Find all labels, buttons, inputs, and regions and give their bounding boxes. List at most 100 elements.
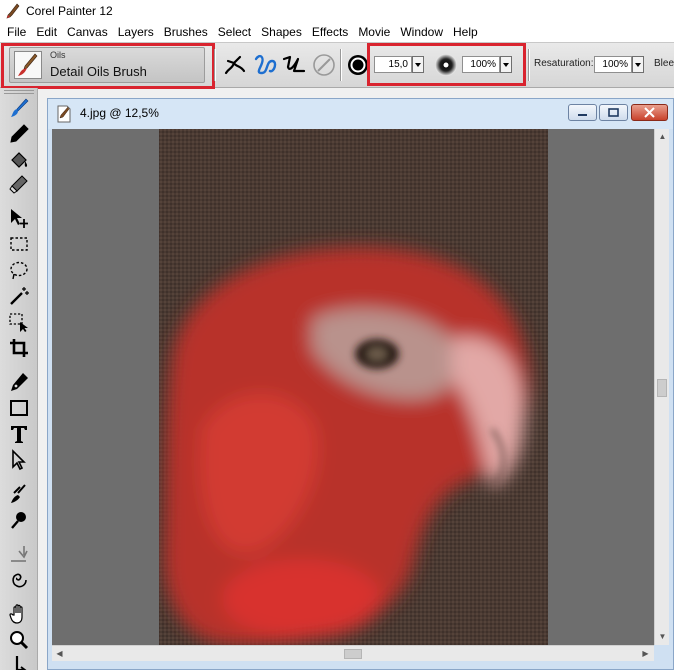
- layer-adjuster-icon: [11, 209, 28, 228]
- magic-wand-icon: [10, 287, 29, 305]
- eyedropper-icon: [10, 124, 29, 143]
- tool-mirror[interactable]: [6, 568, 32, 592]
- scroll-left-arrow[interactable]: ◀: [52, 646, 67, 661]
- tool-dropper[interactable]: [6, 122, 32, 146]
- brush-variant-name: Detail Oils Brush: [50, 64, 147, 79]
- rectangle-shape-icon: [10, 400, 28, 416]
- reset-brush-icon[interactable]: [310, 51, 338, 79]
- bleed-label: Blee: [654, 58, 674, 69]
- menu-window[interactable]: Window: [395, 22, 448, 42]
- brush-ghost-icon[interactable]: [222, 51, 250, 79]
- tool-crop[interactable]: [6, 336, 32, 360]
- resaturation-label: Resaturation:: [534, 58, 594, 69]
- resaturation-dropdown-button[interactable]: [632, 56, 644, 73]
- painting-canvas: [159, 129, 548, 645]
- vertical-scrollbar[interactable]: ▲ ▼: [654, 129, 669, 645]
- paint-bucket-icon: [11, 152, 28, 168]
- title-bar: Corel Painter 12: [0, 0, 674, 22]
- freehand-stroke-icon[interactable]: [252, 51, 280, 79]
- divider: [528, 49, 530, 81]
- hand-grabber-icon: [9, 604, 23, 624]
- brush-selector[interactable]: Oils Detail Oils Brush: [9, 47, 205, 83]
- canvas-viewport[interactable]: [52, 129, 654, 645]
- vertical-scroll-thumb[interactable]: [657, 379, 667, 397]
- menu-effects[interactable]: Effects: [307, 22, 353, 42]
- document-title-bar[interactable]: 4.jpg @ 12,5%: [48, 99, 673, 129]
- brush-category-label: Oils: [50, 50, 66, 60]
- lasso-icon: [10, 261, 28, 280]
- scroll-down-arrow[interactable]: ▼: [655, 629, 670, 644]
- rubber-stamp-icon: [11, 512, 26, 529]
- paint-brush-icon: [11, 98, 29, 117]
- menu-bar: File Edit Canvas Layers Brushes Select S…: [0, 22, 674, 42]
- document-icon: [57, 105, 71, 123]
- divider: [340, 49, 342, 81]
- resaturation-field[interactable]: 100%: [594, 56, 632, 73]
- tool-rect-select[interactable]: [6, 232, 32, 256]
- crop-icon: [10, 339, 28, 357]
- close-icon: [644, 107, 655, 118]
- text-tool-icon: [11, 426, 27, 443]
- close-button[interactable]: [631, 104, 668, 121]
- opacity-dropdown-button[interactable]: [500, 56, 512, 73]
- menu-edit[interactable]: Edit: [31, 22, 62, 42]
- menu-file[interactable]: File: [2, 22, 31, 42]
- menu-brushes[interactable]: Brushes: [159, 22, 213, 42]
- opacity-dab-icon: [435, 54, 457, 76]
- document-title: 4.jpg @ 12,5%: [80, 106, 159, 120]
- menu-shapes[interactable]: Shapes: [256, 22, 307, 42]
- tool-paint-bucket[interactable]: [6, 148, 32, 172]
- tool-rectangle-shape[interactable]: [6, 396, 32, 420]
- tool-magic-wand[interactable]: [6, 284, 32, 308]
- horizontal-scroll-thumb[interactable]: [344, 649, 362, 659]
- document-window: 4.jpg @ 12,5% ▲ ▼ ◀ ▶: [47, 98, 674, 670]
- pen-icon: [11, 373, 28, 391]
- scroll-right-arrow[interactable]: ▶: [638, 646, 653, 661]
- tool-rotate-page[interactable]: [6, 652, 32, 670]
- tool-brush[interactable]: [6, 96, 32, 120]
- size-field[interactable]: 15,0: [374, 56, 412, 73]
- menu-layers[interactable]: Layers: [113, 22, 159, 42]
- window-title: Corel Painter 12: [26, 4, 113, 18]
- toolbox: [0, 88, 38, 670]
- maximize-button[interactable]: [599, 104, 628, 121]
- menu-canvas[interactable]: Canvas: [62, 22, 113, 42]
- selection-adjuster-icon: [9, 313, 28, 332]
- straight-line-stroke-icon[interactable]: [280, 51, 308, 79]
- tool-layer-adjuster[interactable]: [6, 206, 32, 230]
- mirror-painting-icon: [12, 573, 27, 588]
- cloner-icon: [11, 484, 26, 503]
- scroll-up-arrow[interactable]: ▲: [655, 129, 670, 144]
- eraser-icon: [9, 175, 28, 194]
- tool-eraser[interactable]: [6, 172, 32, 196]
- menu-select[interactable]: Select: [213, 22, 256, 42]
- menu-help[interactable]: Help: [448, 22, 483, 42]
- tool-transform-select[interactable]: [6, 310, 32, 334]
- maximize-icon: [608, 108, 619, 117]
- tool-dodge[interactable]: [6, 542, 32, 566]
- tool-magnifier[interactable]: [6, 628, 32, 652]
- tool-cloner[interactable]: [6, 482, 32, 506]
- menu-movie[interactable]: Movie: [353, 22, 395, 42]
- dodge-icon: [11, 546, 28, 562]
- opacity-field[interactable]: 100%: [462, 56, 500, 73]
- tool-pen[interactable]: [6, 370, 32, 394]
- tool-text[interactable]: [6, 422, 32, 446]
- oil-brush-icon: [14, 51, 42, 79]
- size-dropdown-button[interactable]: [412, 56, 424, 73]
- tool-rubber-stamp[interactable]: [6, 508, 32, 532]
- shape-selection-icon: [12, 449, 26, 471]
- tool-lasso[interactable]: [6, 258, 32, 282]
- rotate-page-icon: [15, 656, 27, 670]
- painter-app-icon: [6, 3, 20, 19]
- property-bar: Oils Detail Oils Brush 15,0 100% Resatur…: [0, 42, 674, 89]
- painter-app: Corel Painter 12 File Edit Canvas Layers…: [0, 0, 674, 670]
- horizontal-scrollbar[interactable]: ◀ ▶: [52, 645, 654, 661]
- tool-shape-selection[interactable]: [6, 448, 32, 472]
- toolbox-grip[interactable]: [4, 90, 34, 94]
- divider: [214, 49, 216, 81]
- rectangular-selection-icon: [10, 237, 28, 251]
- minimize-icon: [578, 114, 587, 116]
- tool-grabber[interactable]: [6, 602, 32, 626]
- minimize-button[interactable]: [568, 104, 597, 121]
